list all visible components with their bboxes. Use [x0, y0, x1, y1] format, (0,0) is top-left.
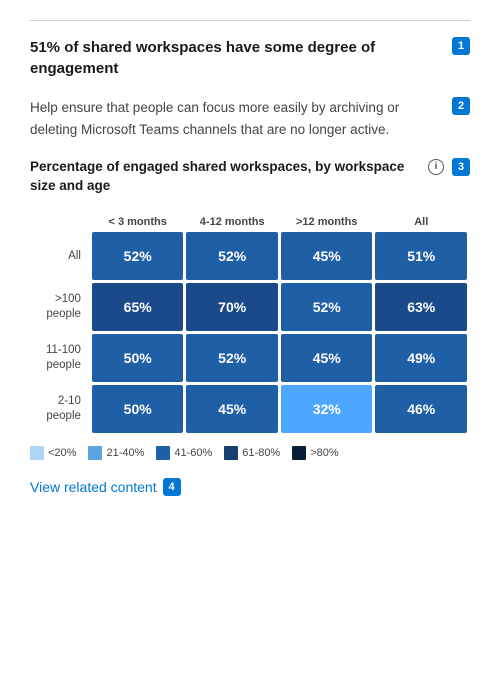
chart-cell: 46%: [375, 385, 467, 433]
description-text: Help ensure that people can focus more e…: [30, 97, 470, 140]
legend-label: 61-80%: [242, 447, 280, 459]
chart-title: Percentage of engaged shared workspaces,…: [30, 158, 470, 196]
headline-text: 51% of shared workspaces have some degre…: [30, 37, 470, 79]
chart-cell: 50%: [92, 334, 184, 382]
chart-cell: 49%: [375, 334, 467, 382]
badge-3: 3: [452, 158, 470, 176]
legend-color-box: [224, 446, 238, 460]
chart-cell: 63%: [375, 283, 467, 331]
chart-cell: 32%: [281, 385, 373, 433]
badge-1: 1: [452, 37, 470, 55]
chart-cell: 52%: [281, 283, 373, 331]
legend-item: 21-40%: [88, 446, 144, 460]
headline-section: 1 51% of shared workspaces have some deg…: [30, 37, 470, 79]
chart-cell: 50%: [92, 385, 184, 433]
row-label: All: [33, 232, 89, 280]
chart-cell: 70%: [186, 283, 278, 331]
chart-cell: 45%: [186, 385, 278, 433]
info-icon[interactable]: i: [428, 159, 444, 175]
chart-legend: <20% 21-40% 41-60% 61-80% >80%: [30, 446, 470, 460]
legend-color-box: [88, 446, 102, 460]
view-related-link[interactable]: View related content: [30, 479, 157, 495]
bottom-section: View related content 4: [30, 478, 470, 496]
legend-color-box: [292, 446, 306, 460]
row-label: 11-100people: [33, 334, 89, 382]
top-divider: [30, 20, 470, 21]
description-section: 2 Help ensure that people can focus more…: [30, 97, 470, 140]
chart-cell: 65%: [92, 283, 184, 331]
col-header: < 3 months: [92, 209, 184, 229]
chart-table: < 3 months4-12 months>12 monthsAllAll52%…: [30, 206, 470, 436]
col-header: All: [375, 209, 467, 229]
legend-item: >80%: [292, 446, 338, 460]
legend-label: >80%: [310, 447, 338, 459]
col-header: >12 months: [281, 209, 373, 229]
col-header: 4-12 months: [186, 209, 278, 229]
chart-cell: 52%: [92, 232, 184, 280]
legend-color-box: [30, 446, 44, 460]
legend-label: <20%: [48, 447, 76, 459]
legend-label: 21-40%: [106, 447, 144, 459]
badge-4: 4: [163, 478, 181, 496]
legend-color-box: [156, 446, 170, 460]
row-label: 2-10people: [33, 385, 89, 433]
chart-title-text: Percentage of engaged shared workspaces,…: [30, 158, 422, 196]
legend-label: 41-60%: [174, 447, 212, 459]
legend-item: 61-80%: [224, 446, 280, 460]
legend-item: <20%: [30, 446, 76, 460]
badge-2: 2: [452, 97, 470, 115]
table-row: 2-10people50%45%32%46%: [33, 385, 467, 433]
table-row: >100people65%70%52%63%: [33, 283, 467, 331]
chart-cell: 52%: [186, 334, 278, 382]
row-label: >100people: [33, 283, 89, 331]
table-row: 11-100people50%52%45%49%: [33, 334, 467, 382]
chart-cell: 51%: [375, 232, 467, 280]
chart-cell: 45%: [281, 232, 373, 280]
chart-cell: 45%: [281, 334, 373, 382]
table-row: All52%52%45%51%: [33, 232, 467, 280]
chart-section: 3 Percentage of engaged shared workspace…: [30, 158, 470, 460]
chart-cell: 52%: [186, 232, 278, 280]
legend-item: 41-60%: [156, 446, 212, 460]
